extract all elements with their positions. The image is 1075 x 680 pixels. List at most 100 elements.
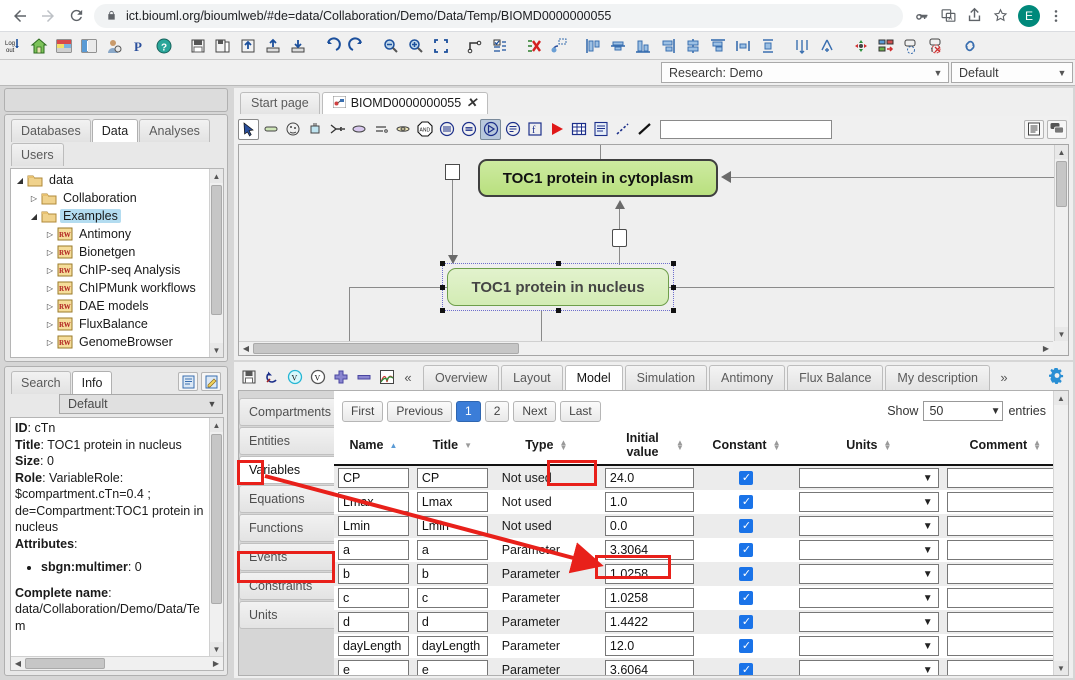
sort-asc-icon[interactable]: ▲ <box>389 441 397 449</box>
column-header-constant[interactable]: Constant ▲ ▼ <box>697 427 795 466</box>
cell-units[interactable]: ▼ <box>795 586 943 610</box>
cell-units[interactable]: ▼ <box>795 562 943 586</box>
canvas-vertical-scrollbar[interactable]: ▲ ▼ <box>1054 145 1068 341</box>
expander-collapsed-icon[interactable]: ▷ <box>43 320 57 329</box>
initial-value-input[interactable]: 1.4422 <box>604 612 694 632</box>
nucleic-acid-icon[interactable] <box>392 119 413 140</box>
sort-none-icon[interactable]: ▲ ▼ <box>773 439 781 452</box>
cursor-arrow-icon[interactable] <box>238 118 259 140</box>
scroll-down-icon[interactable]: ▼ <box>1055 327 1068 341</box>
translate-icon[interactable]: A <box>935 3 961 29</box>
table-row[interactable]: d d Parameter 1.4422 ✓ ▼ <box>334 610 1068 634</box>
list-lines-icon[interactable] <box>1024 119 1044 139</box>
grid-vertical-scrollbar[interactable]: ▲ ▼ <box>1053 391 1068 675</box>
title-input[interactable]: Lmin <box>416 516 488 536</box>
port-square[interactable] <box>612 229 627 247</box>
cell-comment[interactable] <box>943 538 1068 562</box>
scroll-left-icon[interactable]: ◀ <box>239 344 253 353</box>
side-tab-functions[interactable]: Functions <box>239 514 334 542</box>
remove-text-icon[interactable]: t <box>924 33 948 58</box>
and-logic-icon[interactable]: AND <box>414 119 435 140</box>
sort-none-icon[interactable]: ▲ ▼ <box>883 439 891 452</box>
tree-vertical-scrollbar[interactable]: ▲ ▼ <box>209 169 223 357</box>
tab-my-description[interactable]: My description <box>885 364 991 390</box>
cell-title[interactable]: Lmin <box>412 514 492 538</box>
tree-item-chipmunk-workflows[interactable]: ▷ RW ChIPMunk workflows <box>11 279 208 297</box>
macromolecule-icon[interactable] <box>370 119 391 140</box>
initial-value-input[interactable]: 24.0 <box>604 468 694 488</box>
initial-value-input[interactable]: 1.0258 <box>604 588 694 608</box>
tree-item-genomebrowser[interactable]: ▷ RW GenomeBrowser <box>11 333 208 351</box>
title-input[interactable]: d <box>416 612 488 632</box>
initial-value-input[interactable]: 3.3064 <box>604 540 694 560</box>
cell-initial-value[interactable]: 3.6064 <box>600 658 698 675</box>
align-bottom-icon[interactable] <box>631 33 655 58</box>
cell-initial-value[interactable]: 0.0 <box>600 514 698 538</box>
side-tab-compartments[interactable]: Compartments <box>239 398 334 426</box>
three-dot-menu-icon[interactable] <box>1043 3 1069 29</box>
table-row[interactable]: a a Parameter 3.3064 ✓ ▼ <box>334 538 1068 562</box>
cell-constant[interactable]: ✓ <box>698 490 795 514</box>
name-input[interactable]: Lmax <box>338 492 409 512</box>
side-tab-events[interactable]: Events <box>239 543 334 571</box>
constant-checkbox[interactable]: ✓ <box>739 519 754 533</box>
upload-icon[interactable] <box>261 33 285 58</box>
expander-collapsed-icon[interactable]: ▷ <box>43 230 57 239</box>
cell-constant[interactable]: ✓ <box>697 658 795 675</box>
comment-input[interactable] <box>946 468 1064 488</box>
tab-model[interactable]: Model <box>564 364 623 390</box>
password-key-icon[interactable] <box>909 3 935 29</box>
play-triangle-icon[interactable] <box>546 119 567 140</box>
tree-item-data[interactable]: ◢ data <box>11 171 208 189</box>
page-1-button[interactable]: 1 <box>456 401 481 422</box>
avatar[interactable]: E <box>1018 4 1040 27</box>
add-note-icon[interactable] <box>899 33 923 58</box>
expander-collapsed-icon[interactable]: ▷ <box>43 266 57 275</box>
tab-users[interactable]: Users <box>11 143 64 166</box>
cell-units[interactable]: ▼ <box>795 634 943 658</box>
initial-value-input[interactable]: 1.0258 <box>604 564 694 584</box>
tree-item-chipseq-analysis[interactable]: ▷ RW ChIP-seq Analysis <box>11 261 208 279</box>
cell-constant[interactable]: ✓ <box>697 465 795 490</box>
comment-input[interactable] <box>946 492 1064 512</box>
name-input[interactable]: Lmin <box>338 516 409 536</box>
table-row[interactable]: dayLength dayLength Parameter 12.0 ✓ ▼ <box>334 634 1068 658</box>
reload-icon[interactable] <box>62 2 90 30</box>
download-icon[interactable] <box>286 33 310 58</box>
title-input[interactable]: a <box>416 540 488 560</box>
fit-screen-icon[interactable] <box>429 33 453 58</box>
tree-item-examples[interactable]: ◢ Examples <box>11 207 208 225</box>
remove-layout-icon[interactable] <box>522 33 546 58</box>
node-style-icon[interactable] <box>874 33 898 58</box>
save-model-button[interactable] <box>238 367 259 388</box>
note-icon[interactable] <box>502 119 523 140</box>
cell-comment[interactable] <box>943 586 1068 610</box>
scroll-up-icon[interactable]: ▲ <box>1054 391 1068 405</box>
cell-name[interactable]: d <box>334 610 413 634</box>
address-bar[interactable]: ict.biouml.org/bioumlweb/#de=data/Collab… <box>94 3 903 28</box>
home-icon[interactable] <box>27 33 51 58</box>
sort-none-icon[interactable]: ▲ ▼ <box>1033 439 1041 452</box>
column-header-initial-value[interactable]: Initial value ▲ ▼ <box>600 427 698 466</box>
info-view-selector[interactable]: Default ▼ <box>59 394 223 414</box>
expander-collapsed-icon[interactable]: ▷ <box>27 194 41 203</box>
solid-line-icon[interactable] <box>634 119 655 140</box>
cell-constant[interactable]: ✓ <box>697 610 795 634</box>
units-select[interactable]: ▼ <box>799 564 939 584</box>
initial-value-input[interactable]: 1.0 <box>604 492 694 512</box>
cell-constant[interactable]: ✓ <box>698 538 795 562</box>
scroll-thumb[interactable] <box>1056 161 1067 207</box>
expander-collapsed-icon[interactable]: ▷ <box>43 302 57 311</box>
diagram-canvas[interactable]: TOC1 protein in cytoplasm TOC1 protein i… <box>238 144 1069 356</box>
floppy-disk-icon[interactable] <box>186 33 210 58</box>
expander-collapsed-icon[interactable]: ▷ <box>43 338 57 347</box>
edit-pencil-icon[interactable] <box>201 372 221 391</box>
side-tab-variables[interactable]: Variables <box>239 456 334 484</box>
cell-units[interactable]: ▼ <box>795 465 943 490</box>
comment-input[interactable] <box>946 612 1064 632</box>
research-selector[interactable]: Research: Demo ▼ <box>661 62 949 83</box>
align-center-horizontal-icon[interactable] <box>606 33 630 58</box>
constant-checkbox[interactable]: ✓ <box>739 543 754 557</box>
canvas-horizontal-scrollbar[interactable]: ◀ ▶ <box>239 341 1053 355</box>
tree-item-dae-models[interactable]: ▷ RW DAE models <box>11 297 208 315</box>
